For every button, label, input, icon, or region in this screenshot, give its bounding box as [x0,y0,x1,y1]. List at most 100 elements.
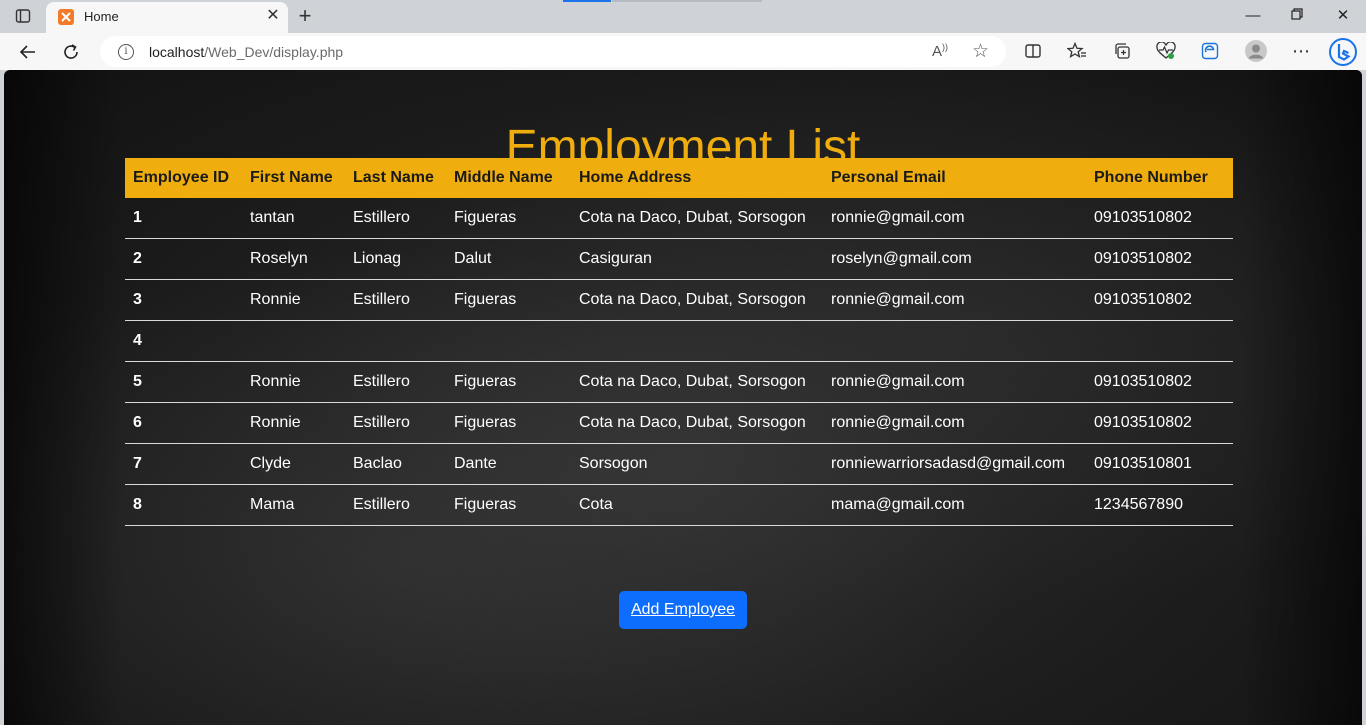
tab-strip: Home ✕ + — ✕ [0,0,1366,33]
cell-personal-email: ronnie@gmail.com [823,361,1086,403]
cell-phone-number: 09103510802 [1086,402,1233,444]
cell-employee-id: 4 [125,320,242,362]
cell-employee-id: 1 [125,198,242,239]
refresh-icon[interactable] [58,39,84,65]
table-row: 2 Roselyn Lionag Dalut Casiguran roselyn… [125,238,1233,280]
cell-phone-number: 09103510802 [1086,361,1233,403]
cell-phone-number [1086,320,1233,362]
info-icon[interactable]: i [118,44,134,60]
health-icon[interactable] [1155,40,1177,62]
cell-personal-email: mama@gmail.com [823,484,1086,526]
cell-phone-number: 09103510802 [1086,198,1233,239]
cell-last-name: Estillero [345,361,446,403]
tab-title: Home [84,9,119,24]
url-text[interactable]: localhost/Web_Dev/display.php [149,44,343,60]
split-screen-icon[interactable] [1022,40,1044,62]
cell-personal-email: ronniewarriorsadasd@gmail.com [823,443,1086,485]
sidebar-icon[interactable] [14,7,32,25]
cell-middle-name: Figueras [446,361,571,403]
cell-first-name: Ronnie [242,279,345,321]
cell-personal-email: ronnie@gmail.com [823,402,1086,444]
table-row: 8 Mama Estillero Figueras Cota mama@gmai… [125,484,1233,526]
cell-middle-name: Figueras [446,279,571,321]
address-bar[interactable]: i localhost/Web_Dev/display.php A)) ☆ [100,36,1006,67]
cell-personal-email: ronnie@gmail.com [823,279,1086,321]
cell-home-address: Cota na Daco, Dubat, Sorsogon [571,198,823,239]
cell-phone-number: 09103510802 [1086,238,1233,280]
table-row: 4 [125,320,1233,362]
cell-middle-name: Figueras [446,198,571,239]
table-row: 3 Ronnie Estillero Figueras Cota na Daco… [125,279,1233,321]
favorite-star-icon[interactable]: ☆ [972,40,989,63]
cell-last-name: Estillero [345,402,446,444]
plus-icon[interactable]: + [294,5,316,27]
profile-avatar[interactable] [1245,40,1267,62]
cell-middle-name: Dalut [446,238,571,280]
bing-icon[interactable] [1328,37,1358,67]
edge-icon[interactable] [1199,40,1221,62]
header-personal-email: Personal Email [823,158,1086,198]
cell-personal-email: roselyn@gmail.com [823,238,1086,280]
header-phone-number: Phone Number [1086,158,1233,198]
cell-home-address: Cota [571,484,823,526]
favorites-icon[interactable] [1066,40,1088,62]
cell-middle-name: Figueras [446,484,571,526]
cell-last-name: Lionag [345,238,446,280]
cell-last-name: Estillero [345,279,446,321]
cell-middle-name: Figueras [446,402,571,444]
cell-first-name: Ronnie [242,402,345,444]
cell-employee-id: 7 [125,443,242,485]
xampp-favicon [58,9,74,25]
browser-toolbar: i localhost/Web_Dev/display.php A)) ☆ ⋯ [0,33,1366,70]
table-row: 6 Ronnie Estillero Figueras Cota na Daco… [125,402,1233,444]
table-row: 7 Clyde Baclao Dante Sorsogon ronniewarr… [125,443,1233,485]
browser-tab[interactable]: Home ✕ [46,2,288,33]
cell-home-address: Sorsogon [571,443,823,485]
cell-employee-id: 3 [125,279,242,321]
back-icon[interactable] [15,39,41,65]
cell-home-address [571,320,823,362]
minimize-icon[interactable]: — [1238,5,1268,27]
cell-personal-email [823,320,1086,362]
employee-table: Employee ID First Name Last Name Middle … [125,158,1233,526]
cell-employee-id: 8 [125,484,242,526]
add-employee-button[interactable]: Add Employee [619,591,747,629]
cell-middle-name [446,320,571,362]
cell-employee-id: 2 [125,238,242,280]
cell-first-name: Roselyn [242,238,345,280]
tab-group-indicator [563,0,611,2]
header-employee-id: Employee ID [125,158,242,198]
cell-home-address: Casiguran [571,238,823,280]
cell-last-name: Estillero [345,198,446,239]
table-row: 5 Ronnie Estillero Figueras Cota na Daco… [125,361,1233,403]
cell-first-name [242,320,345,362]
url-host: localhost [149,44,205,60]
cell-phone-number: 09103510802 [1086,279,1233,321]
header-home-address: Home Address [571,158,823,198]
cell-home-address: Cota na Daco, Dubat, Sorsogon [571,402,823,444]
table-header-row: Employee ID First Name Last Name Middle … [125,158,1233,198]
collections-icon[interactable] [1111,40,1133,62]
more-icon[interactable]: ⋯ [1290,40,1312,62]
window-close-icon[interactable]: ✕ [1328,5,1358,27]
close-icon[interactable]: ✕ [264,7,282,25]
header-first-name: First Name [242,158,345,198]
cell-phone-number: 09103510801 [1086,443,1233,485]
tab-group-indicator-secondary [612,0,762,2]
cell-first-name: tantan [242,198,345,239]
cell-home-address: Cota na Daco, Dubat, Sorsogon [571,279,823,321]
cell-middle-name: Dante [446,443,571,485]
url-path: /Web_Dev/display.php [204,44,344,60]
read-aloud-icon[interactable]: A)) [932,42,948,60]
cell-personal-email: ronnie@gmail.com [823,198,1086,239]
cell-phone-number: 1234567890 [1086,484,1233,526]
cell-last-name: Estillero [345,484,446,526]
cell-employee-id: 5 [125,361,242,403]
table-row: 1 tantan Estillero Figueras Cota na Daco… [125,198,1233,239]
cell-home-address: Cota na Daco, Dubat, Sorsogon [571,361,823,403]
restore-icon[interactable] [1282,5,1312,27]
header-middle-name: Middle Name [446,158,571,198]
header-last-name: Last Name [345,158,446,198]
cell-last-name [345,320,446,362]
cell-first-name: Mama [242,484,345,526]
